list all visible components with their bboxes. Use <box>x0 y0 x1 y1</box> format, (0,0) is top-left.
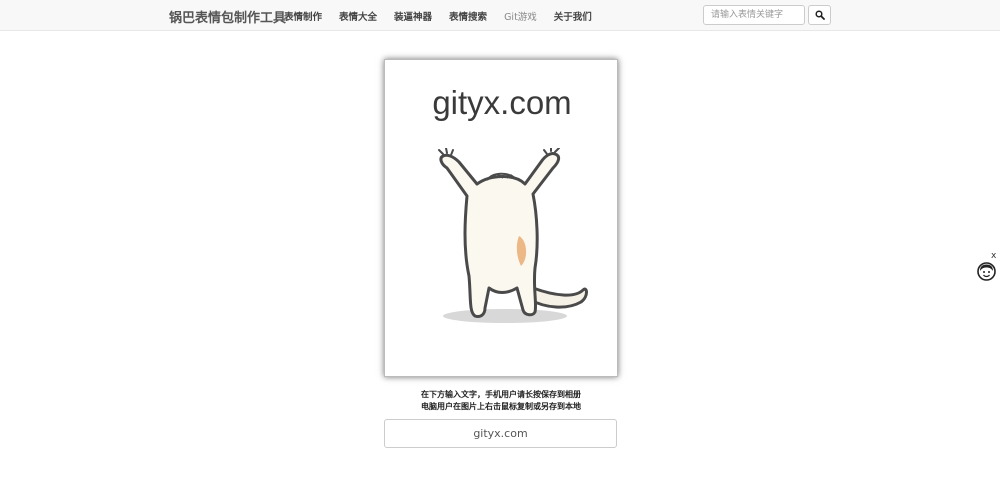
nav-link-show-off-tools[interactable]: 装逼神器 <box>394 9 432 23</box>
search-button[interactable] <box>808 5 831 25</box>
meme-image-card[interactable]: gityx.com <box>384 59 618 377</box>
caption-text-input[interactable] <box>384 419 617 448</box>
meme-caption-text: gityx.com <box>432 84 572 121</box>
nav-link-meme-collection[interactable]: 表情大全 <box>339 9 377 23</box>
nav-link-make-meme[interactable]: 表情制作 <box>284 9 322 23</box>
dancing-cat-icon <box>438 148 588 323</box>
search-input[interactable] <box>703 5 805 25</box>
site-brand[interactable]: 锅巴表情包制作工具 <box>169 7 286 26</box>
mascot-face-icon[interactable] <box>977 262 996 281</box>
nav-link-git-games[interactable]: Git游戏 <box>504 9 537 23</box>
instructions-line-desktop: 电脑用户在图片上右击鼠标复制或另存到本地 <box>421 402 581 411</box>
instructions-line-mobile: 在下方输入文字，手机用户请长按保存到相册 <box>421 390 581 399</box>
widget-close-button[interactable]: x <box>991 251 996 261</box>
nav-link-meme-search[interactable]: 表情搜索 <box>449 9 487 23</box>
nav-link-about-us[interactable]: 关于我们 <box>554 9 592 23</box>
top-navbar: 锅巴表情包制作工具 表情制作 表情大全 装逼神器 表情搜索 Git游戏 关于我们 <box>0 0 1000 31</box>
save-instructions: 在下方输入文字，手机用户请长按保存到相册 电脑用户在图片上右击鼠标复制或另存到本… <box>350 389 652 413</box>
nav-links: 表情制作 表情大全 装逼神器 表情搜索 Git游戏 关于我们 <box>284 9 592 23</box>
search-icon <box>814 10 825 20</box>
